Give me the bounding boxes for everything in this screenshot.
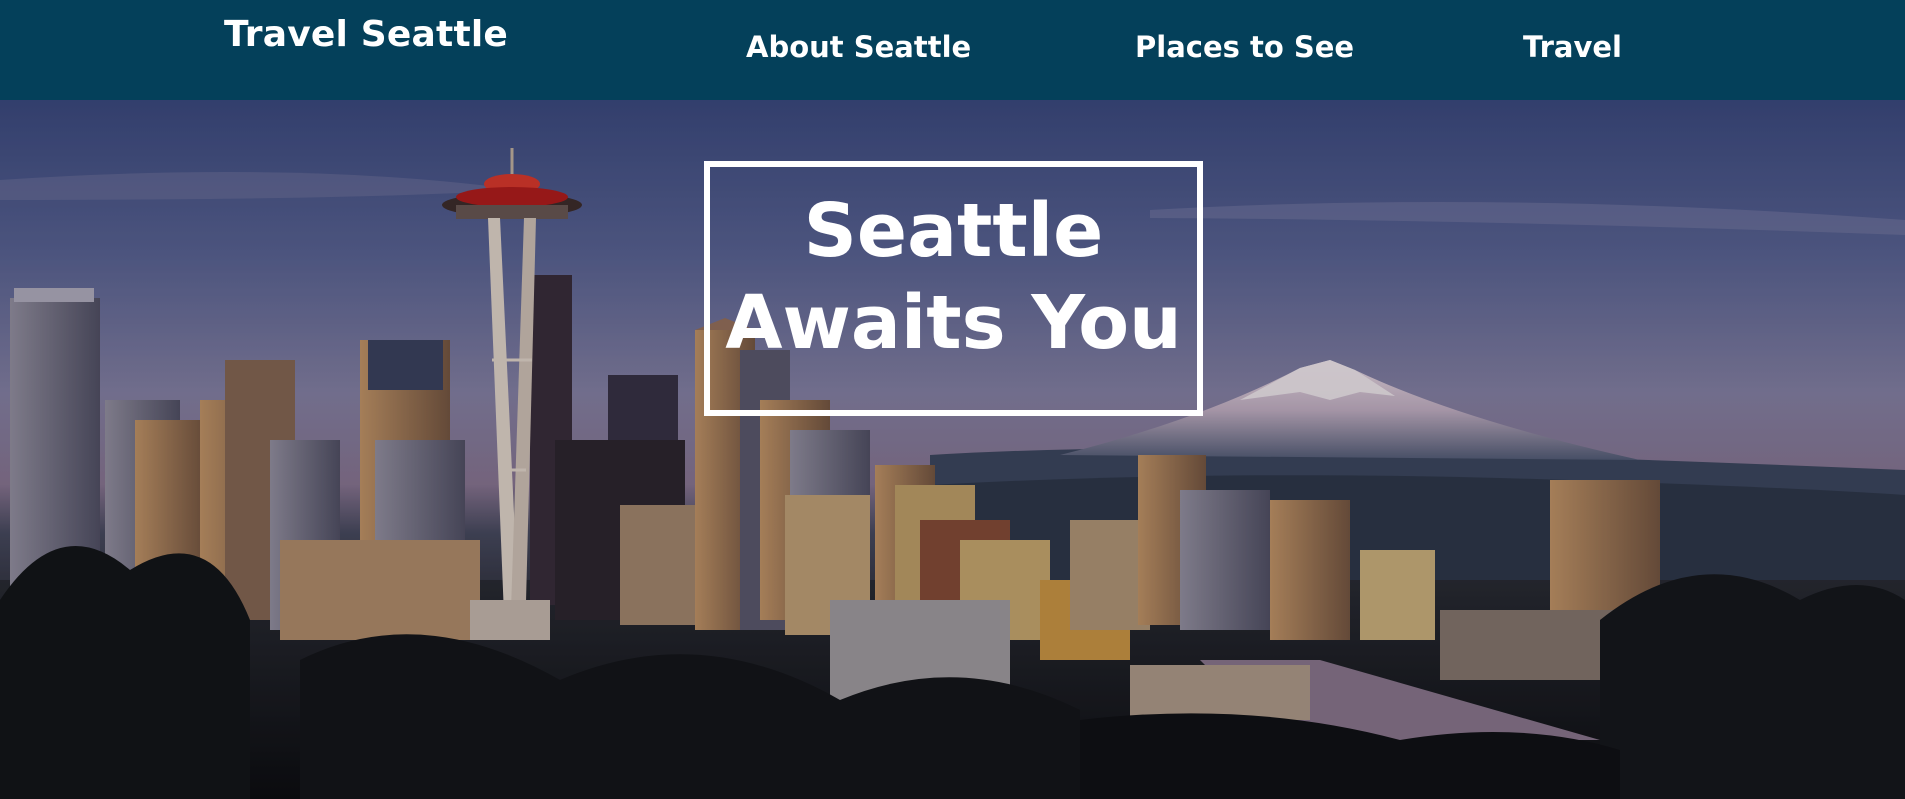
nav-link-places-to-see[interactable]: Places to See: [1135, 30, 1354, 64]
hero-headline-line-1: Seattle: [803, 188, 1104, 274]
hero-headline-box: Seattle Awaits You: [704, 161, 1203, 416]
hero-headline-line-2: Awaits You: [725, 280, 1182, 366]
brand-link[interactable]: Travel Seattle: [224, 14, 508, 55]
nav-link-travel[interactable]: Travel: [1523, 30, 1622, 64]
top-navbar: Travel Seattle About Seattle Places to S…: [0, 0, 1905, 100]
nav-link-about-seattle[interactable]: About Seattle: [746, 30, 971, 64]
hero-section: Seattle Awaits You: [0, 100, 1905, 799]
